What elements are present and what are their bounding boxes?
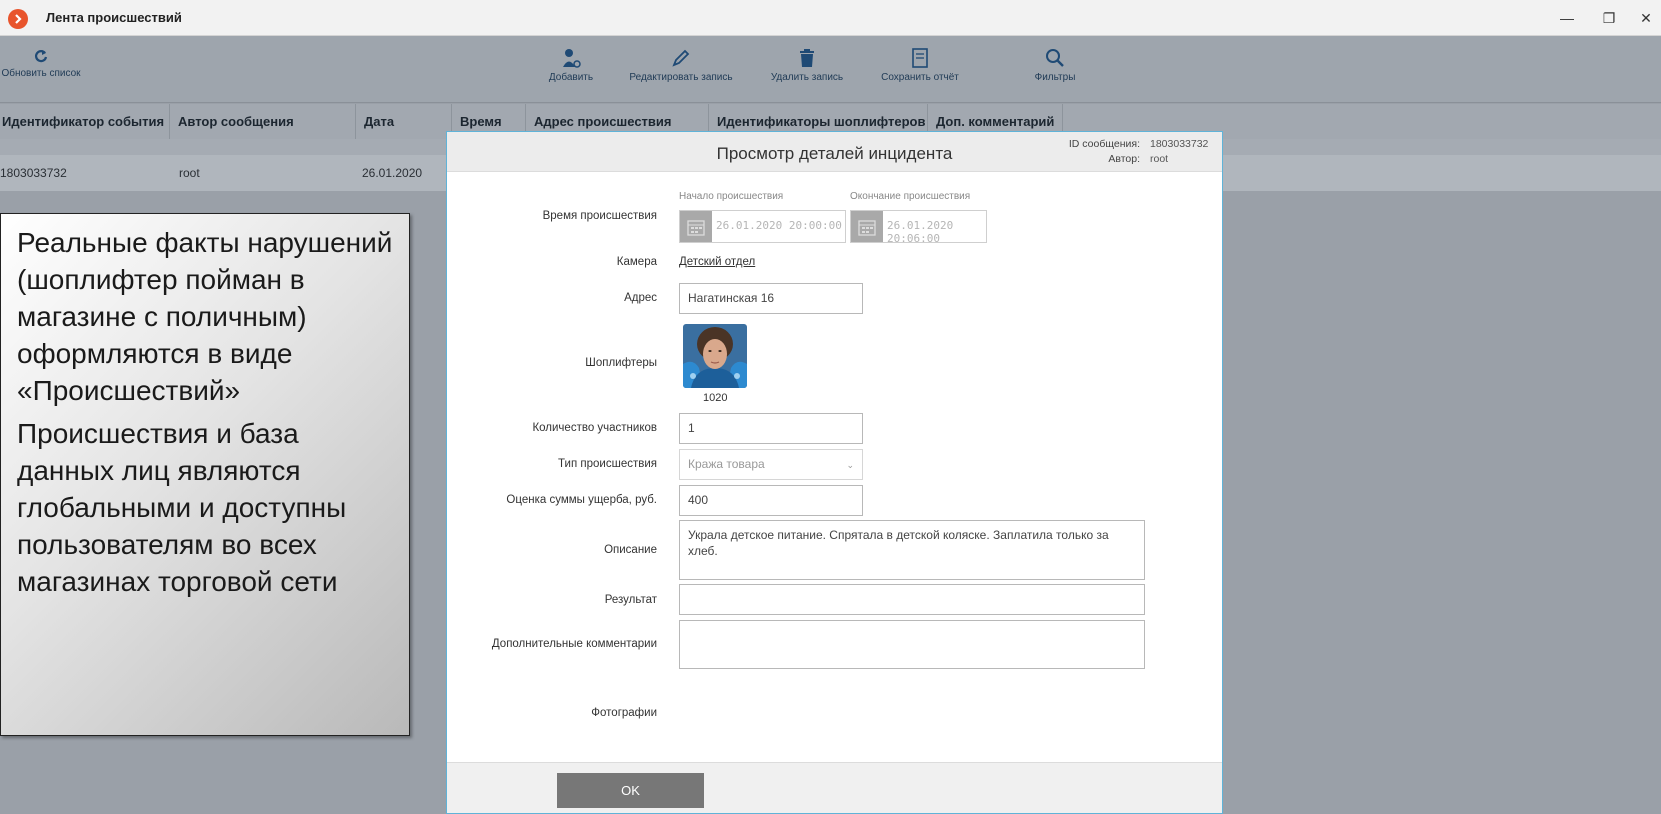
calendar-icon[interactable]: [680, 211, 712, 242]
dialog-header: Просмотр деталей инцидента ID сообщения:…: [447, 132, 1222, 172]
author-label: Автор:: [1108, 153, 1140, 165]
time-label: Время происшествия: [542, 210, 657, 222]
message-id-value: 1803033732: [1150, 138, 1209, 150]
photos-label: Фотографии: [591, 707, 657, 719]
address-label: Адрес: [624, 292, 657, 304]
title-bar: Лента происшествий — ❐ ✕: [0, 0, 1661, 36]
delete-record-button[interactable]: Удалить запись: [764, 48, 850, 83]
filters-label: Фильтры: [1034, 72, 1076, 83]
refresh-icon: [34, 50, 48, 63]
pencil-icon: [672, 49, 690, 67]
damage-label: Оценка суммы ущерба, руб.: [506, 494, 657, 506]
cell-author: root: [179, 166, 200, 180]
chevron-down-icon: ⌄: [846, 460, 854, 470]
column-event-id[interactable]: Идентификатор события: [0, 104, 170, 139]
delete-record-label: Удалить запись: [770, 72, 844, 83]
cell-event-id: 1803033732: [0, 166, 67, 180]
participants-label: Количество участников: [532, 422, 657, 434]
description-label: Описание: [604, 544, 657, 556]
message-id-label: ID сообщения:: [1068, 138, 1140, 150]
cell-date: 26.01.2020: [362, 166, 423, 180]
address-input[interactable]: Нагатинская 16: [679, 283, 863, 314]
refresh-list-button[interactable]: Обновить список: [0, 48, 82, 79]
toolbar: Обновить список Добавить Редактировать з…: [0, 36, 1661, 103]
refresh-list-label: Обновить список: [1, 68, 81, 79]
save-report-button[interactable]: Сохранить отчёт: [874, 48, 966, 83]
start-datetime-value: 26.01.2020 20:00:00: [716, 219, 842, 232]
callout-paragraph-2: Происшествия и база данных лиц являются …: [17, 418, 347, 597]
callout-paragraph-1: Реальные факты нарушений (шоплифтер пойм…: [17, 227, 393, 406]
comments-textarea[interactable]: [679, 620, 1145, 669]
result-input[interactable]: [679, 584, 1145, 615]
report-icon: [912, 48, 928, 68]
ok-button[interactable]: OK: [557, 773, 704, 808]
window-title: Лента происшествий: [46, 10, 182, 25]
camera-link[interactable]: Детский отдел: [679, 256, 755, 268]
start-datetime-field[interactable]: 26.01.2020 20:00:00: [679, 210, 846, 243]
shoplifter-photo[interactable]: [683, 324, 747, 388]
incident-type-select[interactable]: Кража товара ⌄: [679, 449, 863, 480]
shoplifters-label: Шоплифтеры: [585, 357, 657, 369]
result-label: Результат: [604, 594, 657, 606]
add-button[interactable]: Добавить: [540, 48, 602, 83]
close-button[interactable]: ✕: [1631, 6, 1661, 30]
participants-input[interactable]: 1: [679, 413, 863, 444]
add-person-icon: [563, 49, 581, 68]
dialog-footer: OK: [447, 762, 1222, 813]
minimize-button[interactable]: —: [1552, 6, 1582, 30]
shoplifter-id: 1020: [703, 392, 728, 404]
end-datetime-field[interactable]: 26.01.2020 20:06:00: [850, 210, 987, 245]
incident-details-dialog: Просмотр деталей инцидента ID сообщения:…: [446, 131, 1223, 814]
end-caption: Окончание происшествия: [850, 191, 971, 202]
edit-record-label: Редактировать запись: [629, 72, 733, 83]
end-datetime-value: 26.01.2020 20:06:00: [887, 219, 954, 245]
trash-icon: [800, 49, 814, 67]
column-date[interactable]: Дата: [356, 104, 452, 139]
column-author[interactable]: Автор сообщения: [170, 104, 356, 139]
save-report-label: Сохранить отчёт: [881, 72, 959, 83]
calendar-icon[interactable]: [851, 211, 883, 242]
incident-type-label: Тип происшествия: [558, 458, 657, 470]
app-logo-icon: [8, 9, 28, 29]
restore-button[interactable]: ❐: [1594, 6, 1624, 30]
filters-button[interactable]: Фильтры: [1026, 48, 1084, 83]
author-value: root: [1150, 153, 1169, 165]
incident-type-value: Кража товара: [688, 457, 765, 471]
comments-label: Дополнительные комментарии: [491, 638, 657, 650]
start-caption: Начало происшествия: [679, 191, 784, 202]
camera-label: Камера: [616, 256, 657, 268]
damage-input[interactable]: 400: [679, 485, 863, 516]
edit-record-button[interactable]: Редактировать запись: [622, 48, 740, 83]
search-icon: [1046, 49, 1064, 67]
annotation-callout: Реальные факты нарушений (шоплифтер пойм…: [0, 213, 410, 736]
description-textarea[interactable]: Украла детское питание. Спрятала в детск…: [679, 520, 1145, 580]
add-label: Добавить: [548, 72, 594, 83]
